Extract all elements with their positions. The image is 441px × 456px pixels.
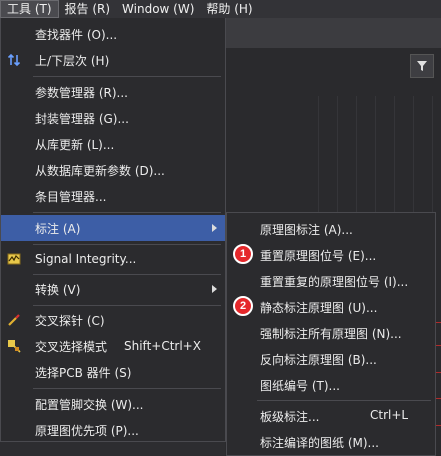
submenu-item-label: 原理图标注 (A)... — [260, 223, 353, 237]
menu-bar: 工具 (T) 报告 (R) Window (W) 帮助 (H) — [0, 0, 441, 18]
menu-separator — [33, 212, 221, 213]
submenu-item-reset-designators[interactable]: 1 重置原理图位号 (E)... — [227, 241, 435, 267]
callout-badge: 2 — [233, 296, 253, 316]
menu-item-label: 封装管理器 (G)... — [35, 111, 129, 126]
menu-item-item-manager[interactable]: 条目管理器... — [1, 183, 225, 209]
menu-item-signal-integrity[interactable]: Signal Integrity... — [1, 246, 225, 272]
menu-item-cross-probe[interactable]: 交叉探针 (C) — [1, 307, 225, 333]
menu-window[interactable]: Window (W) — [116, 0, 200, 18]
submenu-item-label: 静态标注原理图 (U)... — [260, 301, 378, 315]
menu-reports[interactable]: 报告 (R) — [59, 0, 117, 18]
menu-item-annotation[interactable]: 标注 (A) — [1, 215, 225, 241]
submenu-item-shortcut: Ctrl+L — [370, 408, 409, 422]
menu-item-label: 从库更新 (L)... — [35, 137, 115, 152]
annotation-submenu: 原理图标注 (A)... 1 重置原理图位号 (E)... 重置重复的原理图位号… — [226, 212, 436, 456]
submenu-arrow-icon — [212, 285, 217, 293]
menu-item-update-from-database[interactable]: 从数据库更新参数 (D)... — [1, 157, 225, 183]
menu-tools[interactable]: 工具 (T) — [0, 0, 59, 18]
menu-item-up-down-hierarchy[interactable]: 上/下层次 (H) — [1, 47, 225, 73]
submenu-item-board-level-annotate[interactable]: 板级标注... Ctrl+L — [227, 402, 435, 428]
submenu-item-label: 重置重复的原理图位号 (I)... — [260, 275, 409, 289]
menu-separator — [33, 274, 221, 275]
cross-select-icon — [7, 339, 21, 353]
menu-separator — [257, 400, 431, 401]
toolbar-strip — [225, 18, 441, 48]
submenu-item-force-annotate-all[interactable]: 强制标注所有原理图 (N)... — [227, 319, 435, 345]
menu-separator — [33, 244, 221, 245]
menu-item-footprint-manager[interactable]: 封装管理器 (G)... — [1, 105, 225, 131]
menu-item-label: 标注 (A) — [35, 221, 81, 236]
submenu-item-label: 标注编译的图纸 (M)... — [260, 436, 379, 450]
submenu-item-static-annotate[interactable]: 2 静态标注原理图 (U)... — [227, 293, 435, 319]
filter-icon — [417, 61, 427, 71]
menu-item-label: 上/下层次 (H) — [35, 53, 110, 68]
menu-item-label: 交叉选择模式 — [35, 339, 108, 354]
submenu-item-label: 反向标注原理图 (B)... — [260, 353, 377, 367]
menu-item-label: 交叉探针 (C) — [35, 313, 105, 328]
menu-item-label: 条目管理器... — [35, 189, 107, 204]
menu-item-label: 查找器件 (O)... — [35, 27, 118, 42]
menu-item-label: 参数管理器 (R)... — [35, 85, 128, 100]
tools-dropdown-menu: 查找器件 (O)... 上/下层次 (H) 参数管理器 (R)... 封装管理器… — [0, 18, 226, 442]
menu-item-convert[interactable]: 转换 (V) — [1, 276, 225, 302]
menu-item-find-component[interactable]: 查找器件 (O)... — [1, 21, 225, 47]
menu-item-label: 配置管脚交换 (W)... — [35, 397, 144, 412]
submenu-item-label: 板级标注... — [260, 410, 320, 424]
menu-help[interactable]: 帮助 (H) — [200, 0, 258, 18]
submenu-item-annotate-schematics[interactable]: 原理图标注 (A)... — [227, 215, 435, 241]
cross-probe-icon — [7, 313, 21, 327]
menu-item-schematic-preferences[interactable]: 原理图优先项 (P)... — [1, 417, 225, 443]
menu-item-label: 原理图优先项 (P)... — [35, 423, 139, 438]
menu-item-parameter-manager[interactable]: 参数管理器 (R)... — [1, 79, 225, 105]
filter-button[interactable] — [410, 54, 434, 78]
menu-separator — [33, 305, 221, 306]
submenu-arrow-icon — [212, 224, 217, 232]
submenu-item-label: 强制标注所有原理图 (N)... — [260, 327, 402, 341]
submenu-item-annotate-compiled-sheets[interactable]: 标注编译的图纸 (M)... — [227, 428, 435, 454]
submenu-item-number-sheets[interactable]: 图纸编号 (T)... — [227, 371, 435, 397]
submenu-item-reset-duplicate-designators[interactable]: 重置重复的原理图位号 (I)... — [227, 267, 435, 293]
menu-item-label: 从数据库更新参数 (D)... — [35, 163, 165, 178]
signal-integrity-icon — [7, 252, 21, 266]
menu-item-label: 选择PCB 器件 (S) — [35, 365, 132, 380]
menu-item-select-pcb-components[interactable]: 选择PCB 器件 (S) — [1, 359, 225, 385]
menu-item-configure-pin-swapping[interactable]: 配置管脚交换 (W)... — [1, 391, 225, 417]
submenu-item-back-annotate[interactable]: 反向标注原理图 (B)... — [227, 345, 435, 371]
canvas-grid — [300, 96, 441, 212]
menu-item-update-from-library[interactable]: 从库更新 (L)... — [1, 131, 225, 157]
menu-item-cross-select-mode[interactable]: 交叉选择模式 Shift+Ctrl+X — [1, 333, 225, 359]
menu-item-label: 转换 (V) — [35, 282, 81, 297]
menu-separator — [33, 388, 221, 389]
menu-separator — [33, 76, 221, 77]
submenu-item-label: 图纸编号 (T)... — [260, 379, 340, 393]
callout-badge: 1 — [233, 244, 253, 264]
menu-item-label: Signal Integrity... — [35, 252, 137, 266]
menu-item-shortcut: Shift+Ctrl+X — [124, 339, 201, 353]
up-down-arrows-icon — [7, 53, 21, 67]
submenu-item-label: 重置原理图位号 (E)... — [260, 249, 377, 263]
